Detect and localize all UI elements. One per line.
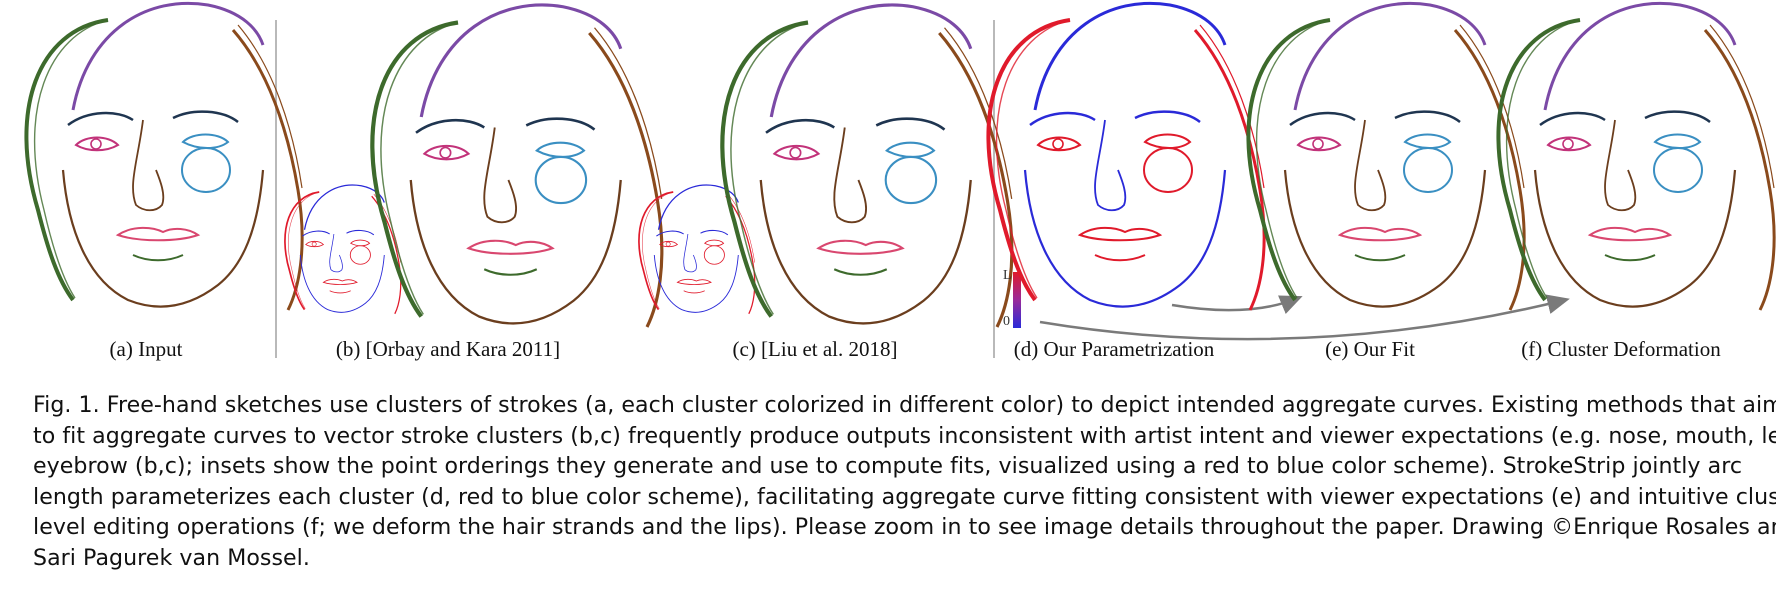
caption-line: eyebrow (b,c); insets show the point ord… xyxy=(33,453,1743,479)
arrow-d-to-e xyxy=(1171,295,1303,314)
panel-label-c: (c) [Liu et al. 2018] xyxy=(732,337,898,361)
panel-label-f: (f) Cluster Deformation xyxy=(1521,337,1721,361)
face-fit xyxy=(1246,1,1526,311)
face-orbay-kara xyxy=(370,3,664,328)
caption-line: length parameterizes each cluster (d, re… xyxy=(33,483,1776,510)
figure-caption: Fig. 1. Free-hand sketches use clusters … xyxy=(33,390,1776,573)
panel-label-e: (e) Our Fit xyxy=(1325,337,1415,361)
face-input xyxy=(24,1,304,311)
face-liu xyxy=(720,3,1014,328)
caption-line: level editing operations (f; we deform t… xyxy=(33,514,1776,540)
caption-line: to fit aggregate curves to vector stroke… xyxy=(33,422,1776,449)
face-parametrization xyxy=(986,1,1266,311)
figure-illustration xyxy=(24,1,1776,358)
scale-label-bottom: 0 xyxy=(1003,314,1010,329)
panel-label-b: (b) [Orbay and Kara 2011] xyxy=(335,337,561,361)
panel-label-d: (d) Our Parametrization xyxy=(1013,337,1215,361)
scale-label-top: L xyxy=(1003,268,1012,283)
caption-line: Fig. 1. Free-hand sketches use clusters … xyxy=(33,392,1776,418)
panel-label-a: (a) Input xyxy=(109,337,183,361)
parametrization-scale-bar xyxy=(1013,272,1021,328)
face-deformation xyxy=(1496,1,1776,311)
caption-line: Sari Pagurek van Mossel. xyxy=(33,544,310,571)
